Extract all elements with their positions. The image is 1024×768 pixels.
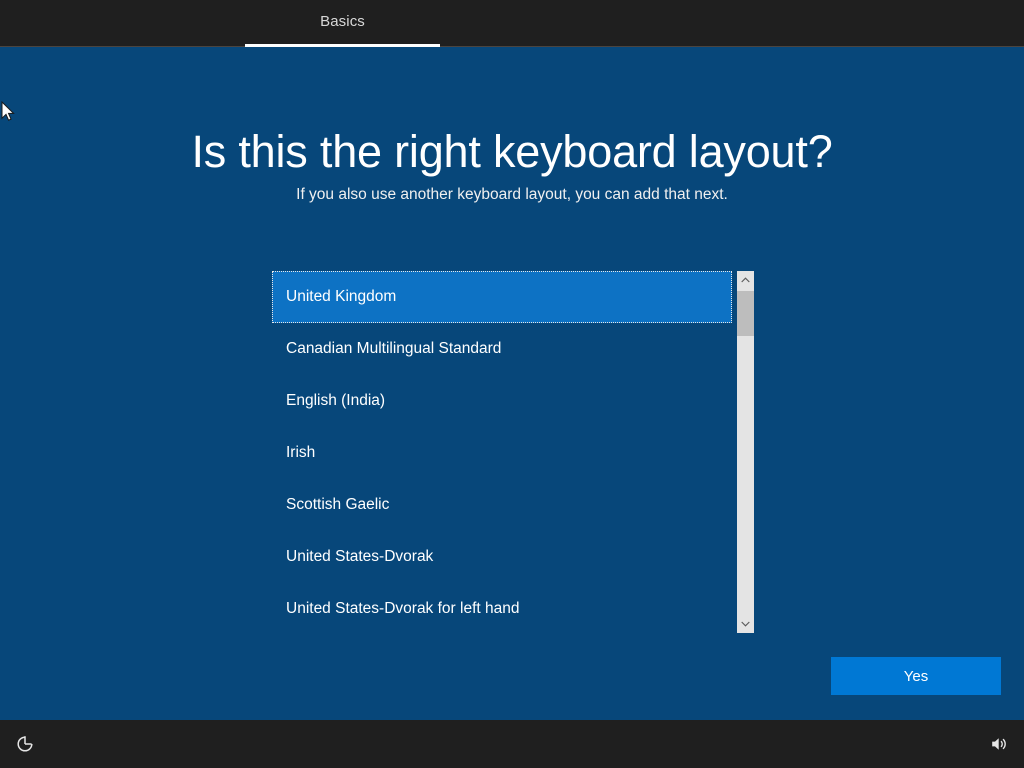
list-item[interactable]: United Kingdom — [272, 271, 732, 323]
list-item-label: United States-Dvorak — [272, 549, 433, 565]
list-item-label: Canadian Multilingual Standard — [272, 341, 501, 357]
yes-button[interactable]: Yes — [831, 657, 1001, 695]
chevron-down-icon[interactable] — [737, 615, 754, 633]
list-item-label: English (India) — [272, 393, 385, 409]
keyboard-layout-listbox[interactable]: United Kingdom Canadian Multilingual Sta… — [272, 271, 754, 633]
bottom-bar — [0, 720, 1024, 768]
chevron-up-icon[interactable] — [737, 271, 754, 289]
page-title: Is this the right keyboard layout? — [0, 124, 1024, 180]
list-item[interactable]: Scottish Gaelic — [272, 479, 732, 531]
tab-basics[interactable]: Basics — [245, 0, 440, 47]
list-item-label: Scottish Gaelic — [272, 497, 389, 513]
scrollbar-thumb[interactable] — [737, 291, 754, 336]
oobe-screen: Basics Is this the right keyboard layout… — [0, 0, 1024, 768]
list-item[interactable]: English (India) — [272, 375, 732, 427]
list-item[interactable]: United States-Dvorak for left hand — [272, 583, 732, 633]
listbox-scrollbar[interactable] — [737, 271, 754, 633]
list-item[interactable]: United States-Dvorak — [272, 531, 732, 583]
tab-basics-label: Basics — [320, 14, 365, 31]
top-nav-bar: Basics — [0, 0, 1024, 47]
listbox-scroll-area: United Kingdom Canadian Multilingual Sta… — [272, 271, 732, 633]
page-subtitle: If you also use another keyboard layout,… — [0, 185, 1024, 205]
list-item-label: United States-Dvorak for left hand — [272, 601, 519, 617]
ease-of-access-icon[interactable] — [10, 729, 40, 759]
volume-speaker-icon[interactable] — [984, 729, 1014, 759]
list-item-label: United Kingdom — [273, 289, 396, 305]
list-item-label: Irish — [272, 445, 315, 461]
list-item[interactable]: Canadian Multilingual Standard — [272, 323, 732, 375]
mouse-cursor — [1, 101, 17, 125]
list-item[interactable]: Irish — [272, 427, 732, 479]
